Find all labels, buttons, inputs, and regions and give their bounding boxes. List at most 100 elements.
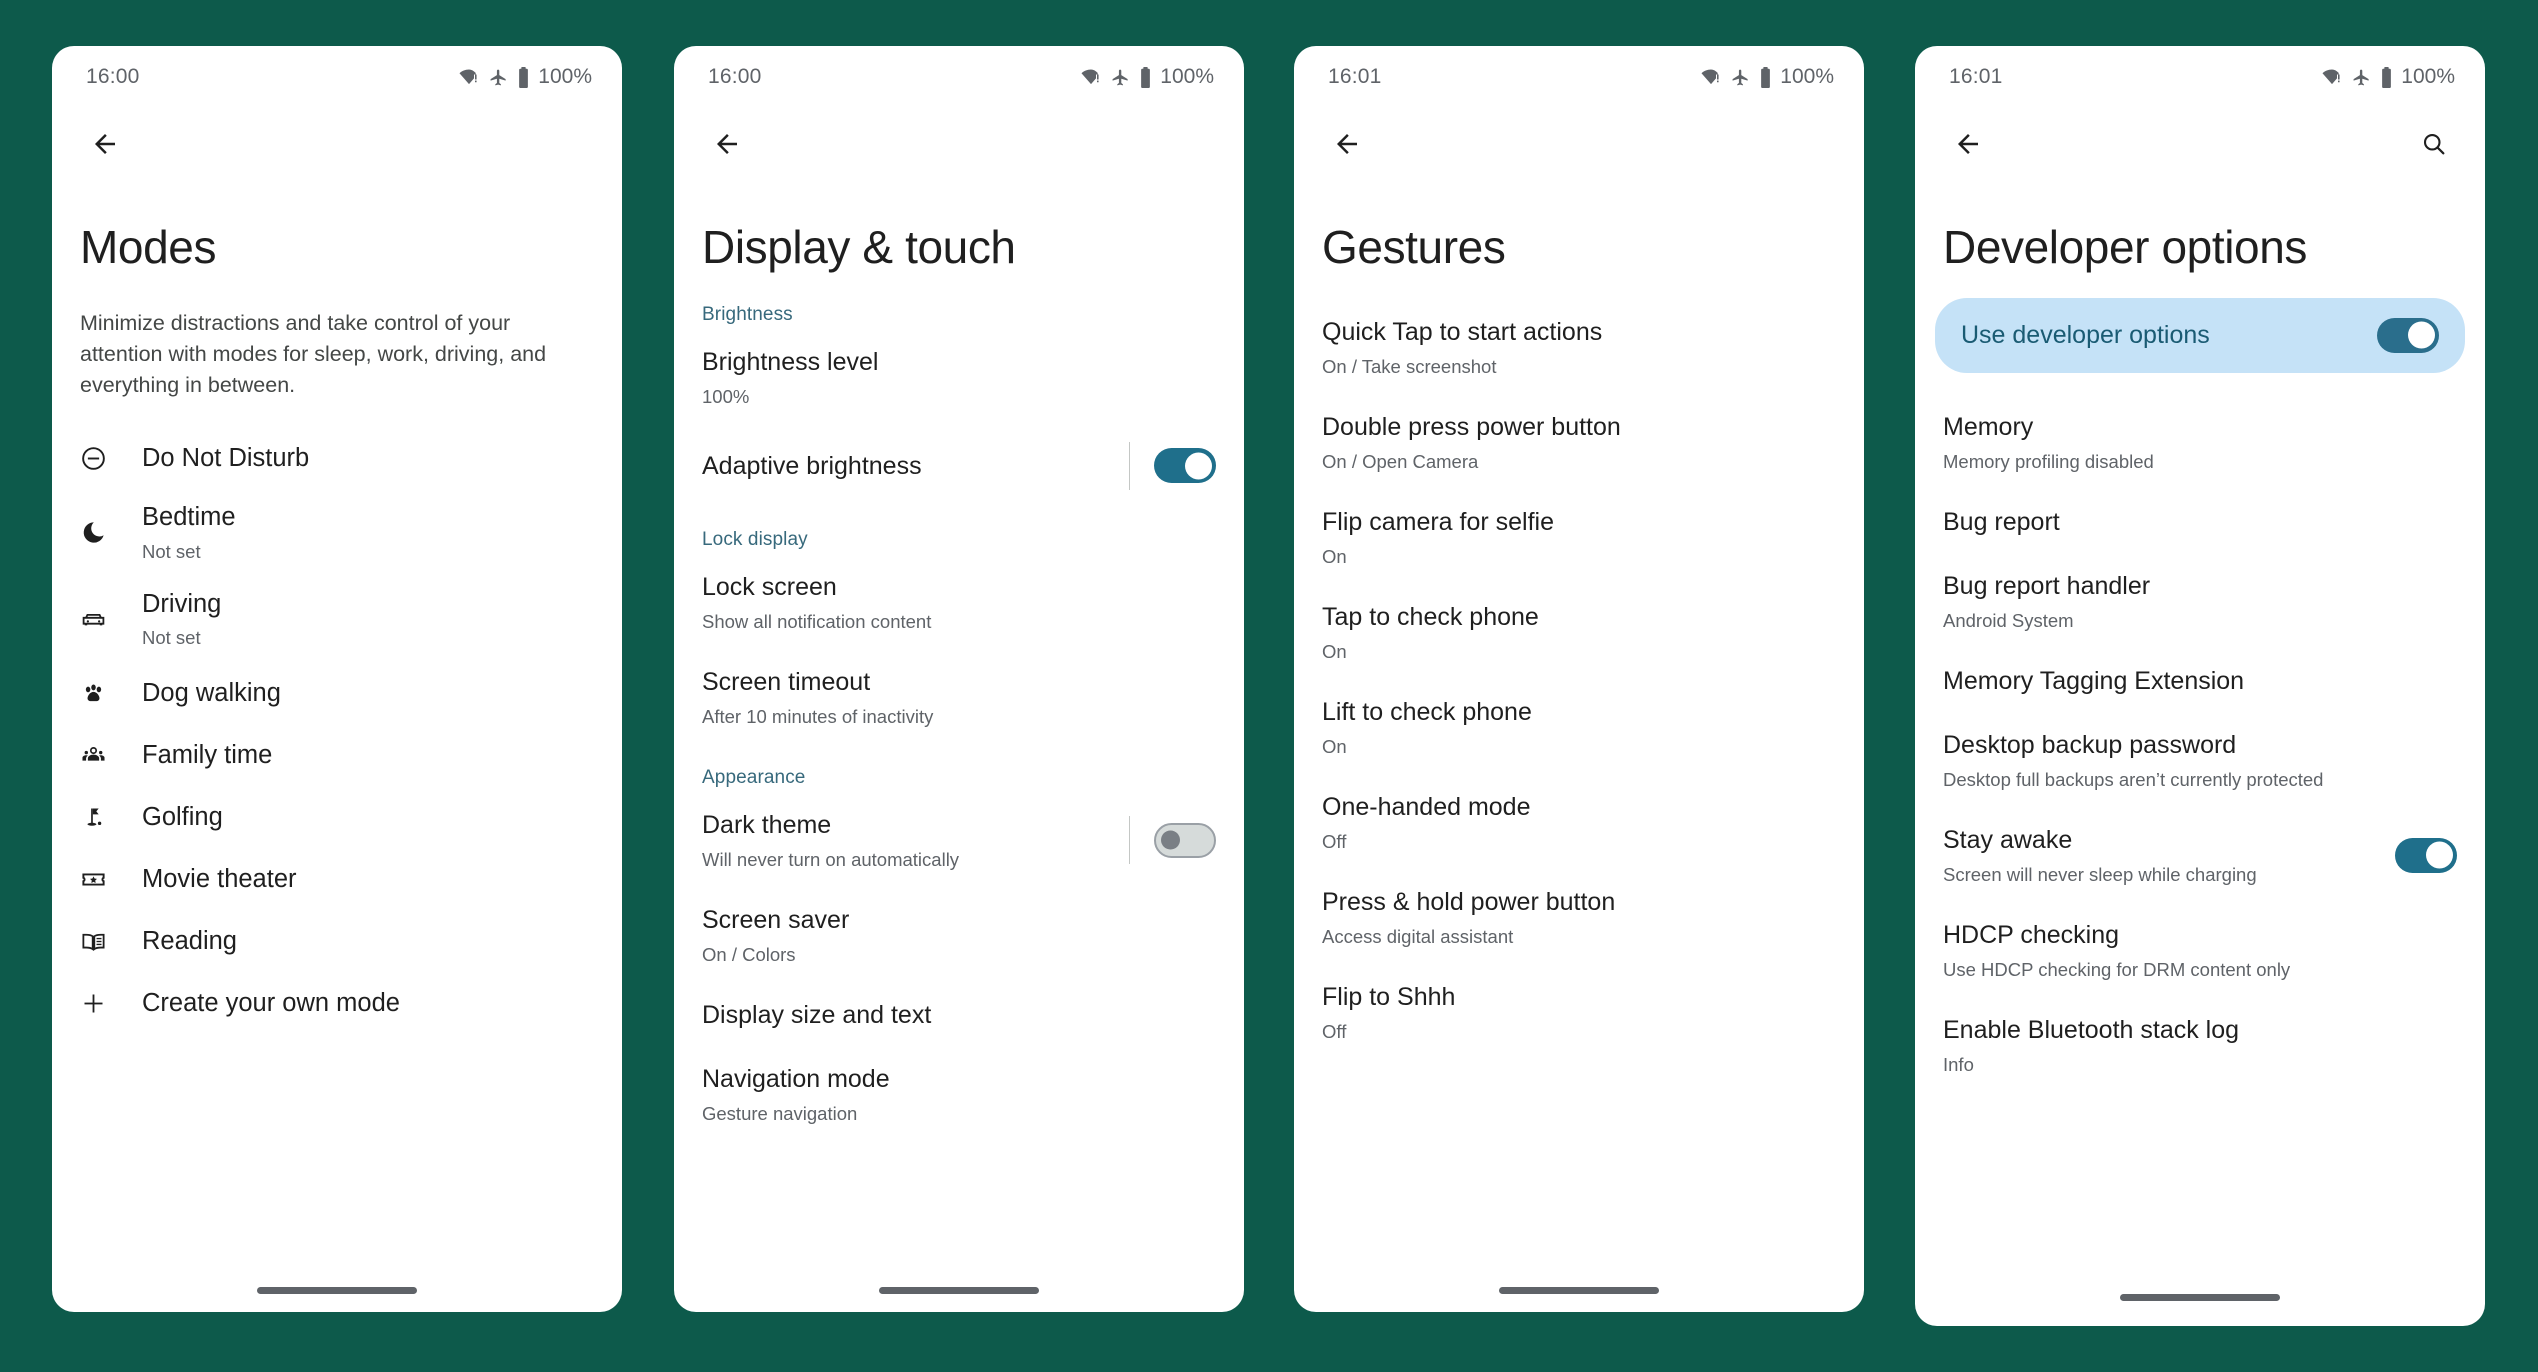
- modes-list: Do Not Disturb Bedtime Not set Driving N…: [52, 401, 622, 1034]
- list-item[interactable]: Dog walking: [52, 662, 622, 724]
- setting-row-flip-camera-selfie[interactable]: Flip camera for selfie On: [1294, 490, 1864, 585]
- gesture-handle[interactable]: [2120, 1293, 2280, 1301]
- setting-row-hdcp-checking[interactable]: HDCP checking Use HDCP checking for DRM …: [1915, 903, 2485, 998]
- setting-row-memory-tagging-extension[interactable]: Memory Tagging Extension: [1915, 649, 2485, 713]
- setting-subtitle: On: [1322, 545, 1347, 567]
- setting-subtitle: On / Colors: [702, 944, 796, 966]
- back-arrow-icon[interactable]: [704, 121, 750, 167]
- status-time: 16:00: [708, 65, 762, 88]
- setting-row-stay-awake[interactable]: Stay awake Screen will never sleep while…: [1915, 808, 2485, 903]
- gesture-nav-bar[interactable]: [52, 1268, 622, 1312]
- list-item-title: Reading: [142, 927, 237, 956]
- car-icon: [80, 606, 124, 633]
- battery-percent: 100%: [2401, 65, 2455, 88]
- toggle-container: [1129, 816, 1216, 865]
- setting-title: Lift to check phone: [1322, 698, 1532, 727]
- setting-title: Memory Tagging Extension: [1943, 666, 2245, 695]
- setting-title: HDCP checking: [1943, 921, 2120, 950]
- setting-row-press-hold-power[interactable]: Press & hold power button Access digital…: [1294, 870, 1864, 965]
- setting-subtitle: Off: [1322, 831, 1347, 853]
- setting-row-quick-tap[interactable]: Quick Tap to start actions On / Take scr…: [1294, 300, 1864, 395]
- list-item[interactable]: Driving Not set: [52, 576, 622, 663]
- setting-subtitle: Info: [1943, 1054, 1974, 1076]
- setting-subtitle: On: [1322, 736, 1347, 758]
- gesture-handle[interactable]: [879, 1286, 1039, 1294]
- section-header-brightness: Brightness: [702, 303, 793, 325]
- gesture-nav-bar[interactable]: [1915, 1268, 2485, 1326]
- setting-title: Bug report: [1943, 507, 2060, 536]
- search-icon[interactable]: [2411, 121, 2457, 167]
- list-item[interactable]: Movie theater: [52, 848, 622, 910]
- setting-row-one-handed-mode[interactable]: One-handed mode Off: [1294, 775, 1864, 870]
- page-title: Gestures: [1322, 221, 1506, 273]
- setting-title: Press & hold power button: [1322, 888, 1616, 917]
- gesture-handle[interactable]: [257, 1286, 417, 1294]
- setting-title: Bug report handler: [1943, 571, 2151, 600]
- setting-row-navigation-mode[interactable]: Navigation mode Gesture navigation: [674, 1047, 1244, 1142]
- dark-theme-toggle[interactable]: [1154, 822, 1216, 858]
- page-content: Display & touch Brightness Brightness le…: [674, 180, 1244, 1268]
- list-item[interactable]: Family time: [52, 724, 622, 786]
- setting-row-dark-theme[interactable]: Dark theme Will never turn on automatica…: [674, 793, 1244, 888]
- setting-subtitle: Show all notification content: [702, 610, 932, 632]
- setting-subtitle: Gesture navigation: [702, 1103, 858, 1125]
- gesture-nav-bar[interactable]: [1294, 1268, 1864, 1312]
- list-item[interactable]: Golfing: [52, 786, 622, 848]
- setting-row-flip-to-shhh[interactable]: Flip to Shhh Off: [1294, 965, 1864, 1060]
- list-item-create-mode[interactable]: Create your own mode: [52, 972, 622, 1034]
- setting-row-memory[interactable]: Memory Memory profiling disabled: [1915, 395, 2485, 490]
- setting-subtitle: On: [1322, 640, 1347, 662]
- battery-percent: 100%: [538, 65, 592, 88]
- setting-row-screen-timeout[interactable]: Screen timeout After 10 minutes of inact…: [674, 650, 1244, 745]
- back-arrow-icon[interactable]: [1324, 121, 1370, 167]
- list-item-title: Dog walking: [142, 679, 281, 708]
- list-item-title: Movie theater: [142, 865, 297, 894]
- back-arrow-icon[interactable]: [1945, 121, 1991, 167]
- setting-subtitle: On / Take screenshot: [1322, 355, 1497, 377]
- screenshot-stage: 16:00 100% Modes Minimize distractions a…: [0, 0, 2538, 1372]
- setting-row-bug-report[interactable]: Bug report: [1915, 490, 2485, 554]
- status-bar: 16:00 100%: [674, 46, 1244, 108]
- gestures-list: Quick Tap to start actions On / Take scr…: [1294, 274, 1864, 1061]
- list-item[interactable]: Reading: [52, 910, 622, 972]
- page-content: Gestures Quick Tap to start actions On /…: [1294, 180, 1864, 1268]
- use-developer-options-card[interactable]: Use developer options: [1935, 297, 2465, 373]
- vertical-divider: [1129, 816, 1130, 865]
- setting-row-bug-report-handler[interactable]: Bug report handler Android System: [1915, 554, 2485, 649]
- setting-row-brightness-level[interactable]: Brightness level 100%: [674, 330, 1244, 425]
- setting-title: One-handed mode: [1322, 793, 1531, 822]
- setting-row-desktop-backup-password[interactable]: Desktop backup password Desktop full bac…: [1915, 713, 2485, 808]
- gesture-handle[interactable]: [1499, 1286, 1659, 1294]
- setting-row-lock-screen[interactable]: Lock screen Show all notification conten…: [674, 555, 1244, 650]
- setting-row-double-press-power[interactable]: Double press power button On / Open Came…: [1294, 395, 1864, 490]
- status-bar: 16:01 100%: [1915, 46, 2485, 108]
- setting-row-screen-saver[interactable]: Screen saver On / Colors: [674, 888, 1244, 983]
- vertical-divider: [1129, 441, 1130, 490]
- list-item-title: Family time: [142, 741, 273, 770]
- stay-awake-toggle[interactable]: [2395, 837, 2457, 873]
- setting-subtitle: 100%: [702, 385, 750, 407]
- list-item[interactable]: Do Not Disturb: [52, 427, 622, 489]
- setting-row-display-size-and-text[interactable]: Display size and text: [674, 983, 1244, 1047]
- golf-flag-icon: [80, 804, 124, 831]
- back-arrow-icon[interactable]: [82, 121, 128, 167]
- setting-row-lift-to-check-phone[interactable]: Lift to check phone On: [1294, 680, 1864, 775]
- status-time: 16:01: [1949, 65, 2003, 88]
- adaptive-brightness-toggle[interactable]: [1154, 448, 1216, 484]
- list-item[interactable]: Bedtime Not set: [52, 489, 622, 576]
- toggle-container: [1129, 441, 1216, 490]
- setting-title: Desktop backup password: [1943, 730, 2237, 759]
- setting-row-adaptive-brightness[interactable]: Adaptive brightness: [674, 425, 1244, 507]
- gesture-nav-bar[interactable]: [674, 1268, 1244, 1312]
- setting-row-tap-to-check-phone[interactable]: Tap to check phone On: [1294, 585, 1864, 680]
- status-bar: 16:01 100%: [1294, 46, 1864, 108]
- setting-title: Tap to check phone: [1322, 602, 1539, 631]
- toggle-knob: [2408, 321, 2435, 349]
- use-developer-options-toggle[interactable]: [2377, 317, 2439, 353]
- toggle-container: [2395, 837, 2457, 873]
- paw-icon: [80, 680, 124, 707]
- setting-row-enable-bluetooth-stack-log[interactable]: Enable Bluetooth stack log Info: [1915, 998, 2485, 1093]
- phone-screen-display-touch: 16:00 100% Display & touch Brightness Br…: [674, 46, 1244, 1312]
- setting-title: Screen timeout: [702, 667, 871, 696]
- battery-full-icon: [1139, 66, 1152, 88]
